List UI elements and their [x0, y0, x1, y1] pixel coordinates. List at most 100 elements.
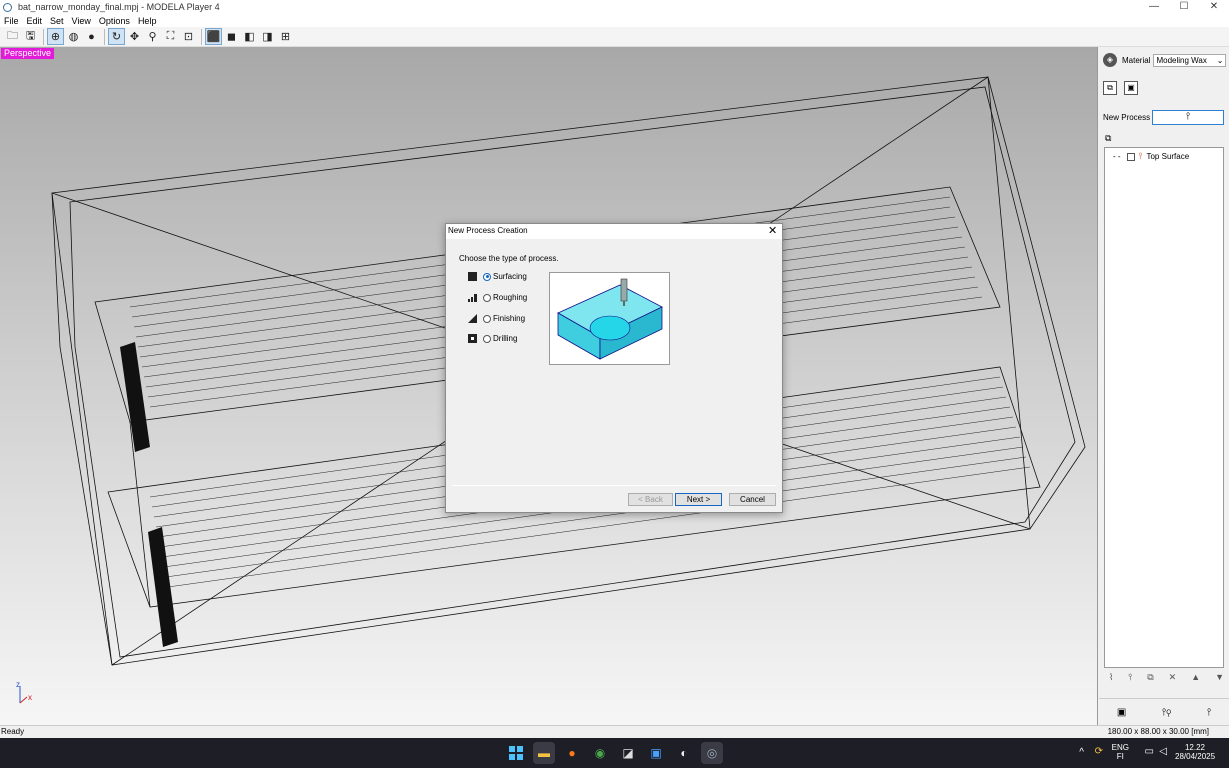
menu-help[interactable]: Help: [138, 16, 157, 26]
region-text: FI: [1116, 752, 1124, 761]
tree-item-label: Top Surface: [1146, 152, 1190, 161]
menu-options[interactable]: Options: [99, 16, 130, 26]
model-settings-icon[interactable]: ⧉: [1103, 81, 1117, 95]
process-tree[interactable]: - - ⫯ Top Surface: [1104, 147, 1224, 668]
title-bar: bat_narrow_monday_final.mpj - MODELA Pla…: [0, 0, 1229, 14]
dialog-prompt: Choose the type of process.: [459, 254, 559, 263]
option-label: Finishing: [493, 314, 526, 323]
pan-icon[interactable]: ✥: [126, 28, 143, 45]
surfacing-radio[interactable]: [483, 272, 491, 281]
move-up-icon[interactable]: ▲: [1191, 672, 1200, 683]
cut-icon[interactable]: ⫯: [1207, 707, 1211, 718]
process-panel: ◈ Material Modeling Wax ⌄ ⧉ ▣ New Proces…: [1099, 47, 1229, 725]
process-icon: [1126, 152, 1135, 161]
dialog-title: New Process Creation: [448, 226, 528, 235]
save-icon[interactable]: 🖫: [22, 28, 39, 45]
open-folder-icon[interactable]: 🗀: [4, 28, 21, 45]
tree-item[interactable]: - - ⫯ Top Surface: [1113, 151, 1189, 162]
new-process-button[interactable]: ⫯: [1152, 110, 1224, 125]
app-icon-5[interactable]: ▣: [645, 742, 667, 764]
menu-set[interactable]: Set: [50, 16, 64, 26]
axis-x-label: x: [28, 693, 32, 702]
file-explorer-icon[interactable]: ▬: [533, 742, 555, 764]
tool-edit-icon[interactable]: ⫯: [1128, 672, 1132, 683]
tool-icon: ⫯: [1138, 151, 1143, 161]
option-label: Drilling: [493, 334, 518, 343]
option-drilling[interactable]: Drilling: [468, 334, 517, 343]
firefox-icon[interactable]: ●: [561, 742, 583, 764]
volume-icon[interactable]: ◁: [1159, 746, 1167, 757]
option-roughing[interactable]: Roughing: [468, 293, 527, 302]
surfacing-icon: [468, 272, 477, 281]
fit-view-icon[interactable]: ⛶: [162, 28, 179, 45]
surfacing-illustration: [557, 278, 663, 360]
roughing-radio[interactable]: [483, 293, 491, 302]
maximize-button[interactable]: ☐: [1169, 0, 1199, 14]
process-list-icon[interactable]: ⧉: [1105, 133, 1116, 143]
back-button[interactable]: < Back: [628, 493, 673, 506]
app-window: bat_narrow_monday_final.mpj - MODELA Pla…: [0, 0, 1229, 738]
new-process-label: New Process: [1103, 113, 1151, 122]
view-grid-icon[interactable]: ⊞: [277, 28, 294, 45]
app-icon-4[interactable]: ◪: [617, 742, 639, 764]
cancel-button[interactable]: Cancel: [729, 493, 776, 506]
menu-file[interactable]: File: [4, 16, 19, 26]
minimize-button[interactable]: —: [1139, 0, 1169, 14]
mesh-view-icon[interactable]: ◍: [65, 28, 82, 45]
preview-cut-icon[interactable]: ⌇: [1109, 672, 1113, 683]
rotate-icon[interactable]: ↻: [108, 28, 125, 45]
view-front-icon[interactable]: ◼: [223, 28, 240, 45]
close-button[interactable]: ✕: [1199, 0, 1229, 14]
solid-view-icon[interactable]: ●: [83, 28, 100, 45]
material-icon: ◈: [1103, 53, 1117, 67]
menu-view[interactable]: View: [72, 16, 91, 26]
chevron-down-icon: ⌄: [1216, 55, 1224, 65]
view-back-icon[interactable]: ◨: [259, 28, 276, 45]
option-label: Surfacing: [493, 272, 527, 281]
finishing-radio[interactable]: [483, 314, 491, 323]
view-side-icon[interactable]: ◧: [241, 28, 258, 45]
chevron-up-icon[interactable]: ^: [1079, 747, 1084, 758]
time-text: 12.22: [1184, 743, 1206, 752]
menu-bar: File Edit Set View Options Help: [0, 14, 1229, 27]
tool-search-icon[interactable]: ⫯⚲: [1162, 707, 1171, 718]
next-button[interactable]: Next >: [675, 493, 722, 506]
chrome-icon[interactable]: ◉: [589, 742, 611, 764]
option-surfacing[interactable]: Surfacing: [468, 272, 527, 281]
notification-icon[interactable]: ⟳: [1095, 746, 1103, 757]
view-iso-icon[interactable]: ⬛: [205, 28, 222, 45]
dialog-separator: [452, 485, 776, 486]
finishing-icon: [468, 314, 477, 323]
app-icon: [3, 2, 12, 12]
preview-icon[interactable]: ▣: [1117, 707, 1126, 718]
app-icon-6[interactable]: ◐: [673, 742, 695, 764]
network-icon[interactable]: ▭: [1145, 746, 1154, 757]
material-select[interactable]: Modeling Wax ⌄: [1153, 53, 1227, 67]
axis-indicator: z x: [16, 681, 32, 704]
model-dimensions: 180.00 x 88.00 x 30.00 [mm]: [1107, 727, 1209, 736]
tree-line: - -: [1113, 152, 1121, 161]
modela-player-icon[interactable]: ◎: [701, 742, 723, 764]
clock[interactable]: 12.22 28/04/2025: [1175, 743, 1215, 761]
language-indicator[interactable]: ENG FI: [1112, 743, 1129, 761]
option-finishing[interactable]: Finishing: [468, 314, 525, 323]
dialog-title-bar: New Process Creation ✕: [446, 224, 782, 239]
menu-edit[interactable]: Edit: [27, 16, 43, 26]
status-bar: Ready 180.00 x 88.00 x 30.00 [mm]: [0, 725, 1229, 738]
windows-start-icon[interactable]: [505, 742, 527, 764]
drilling-icon: [468, 334, 477, 343]
status-text: Ready: [1, 727, 25, 736]
delete-icon[interactable]: ✕: [1169, 672, 1177, 683]
zoom-icon[interactable]: ⚲: [144, 28, 161, 45]
zoom-box-icon[interactable]: ⊡: [180, 28, 197, 45]
dialog-close-icon[interactable]: ✕: [768, 224, 777, 237]
copy-icon[interactable]: ⧉: [1147, 672, 1153, 683]
new-process-dialog: New Process Creation ✕ Choose the type o…: [445, 223, 783, 513]
window-title: bat_narrow_monday_final.mpj - MODELA Pla…: [18, 2, 220, 12]
view-mode-label: Perspective: [1, 48, 55, 59]
workpiece-icon[interactable]: ▣: [1124, 81, 1138, 95]
material-label: Material: [1122, 55, 1151, 65]
drilling-radio[interactable]: [483, 334, 491, 343]
wireframe-view-icon[interactable]: ⊕: [47, 28, 64, 45]
move-down-icon[interactable]: ▼: [1215, 672, 1224, 683]
